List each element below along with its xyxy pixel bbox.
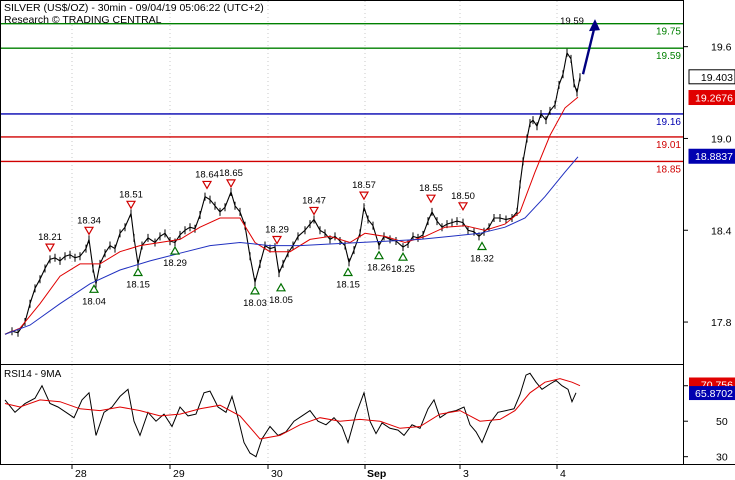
- resistance-marker-label: 18.57: [352, 180, 376, 191]
- support-marker-label: 18.04: [82, 296, 106, 307]
- price-panel-frame: [0, 0, 684, 365]
- rsi-y-tick-label: 30: [716, 452, 728, 464]
- rsi-axis-tag-rsi: 65.8702: [695, 388, 733, 400]
- level-label-19.01: 19.01: [656, 140, 681, 151]
- level-label-19.16: 19.16: [656, 117, 681, 128]
- x-tick-label: 4: [560, 468, 566, 480]
- level-label-19.59: 19.59: [656, 51, 681, 62]
- x-tick-label: Sep: [367, 468, 386, 480]
- rsi-title: RSI14 - 9MA: [4, 369, 62, 380]
- resistance-marker-label: 18.51: [119, 189, 143, 200]
- resistance-marker-label: 18.47: [302, 195, 326, 206]
- support-marker-label: 18.15: [126, 280, 150, 291]
- resistance-marker-label: 18.34: [77, 215, 101, 226]
- rsi-y-tick-label: 50: [716, 416, 728, 428]
- y-tick-label: 19.6: [711, 42, 732, 54]
- y-tick-label: 18.4: [711, 225, 732, 237]
- resistance-marker-label: 18.64: [195, 169, 219, 180]
- support-marker-label: 18.25: [391, 264, 415, 275]
- resistance-marker-label: 18.29: [265, 224, 289, 235]
- x-tick-label: 30: [271, 468, 283, 480]
- resistance-marker-label: 18.50: [451, 191, 475, 202]
- resistance-marker-label: 18.21: [38, 232, 62, 243]
- y-tick-label: 19.0: [711, 133, 732, 145]
- y-tick-label: 17.8: [711, 317, 732, 329]
- chart-title: SILVER (US$/OZ) - 30min - 09/04/19 05:06…: [4, 2, 264, 14]
- support-marker-label: 18.05: [269, 295, 293, 306]
- time-axis: 28 29 30 Sep 3 4: [71, 464, 566, 480]
- level-label-19.75: 19.75: [656, 27, 681, 38]
- price-chart: 19.75 19.59 19.16 19.01 18.85 19.59 18.21 18.…: [0, 0, 735, 480]
- high-label: 19.59: [560, 16, 584, 27]
- support-marker-label: 18.32: [470, 253, 494, 264]
- support-marker-label: 18.26: [367, 263, 391, 274]
- axis-tag-price: 19.403: [701, 72, 733, 84]
- level-label-18.85: 18.85: [656, 164, 681, 175]
- x-tick-label: 28: [75, 468, 87, 480]
- axis-tag-ma_fast: 19.2676: [695, 93, 733, 105]
- support-marker-label: 18.29: [163, 258, 187, 269]
- chart-source: Research © TRADING CENTRAL: [4, 14, 162, 26]
- price-axis: 19.6 19.0 18.4 17.8 19.403 19.2676 18.8837: [683, 42, 735, 329]
- axis-tag-ma_slow: 18.8837: [695, 151, 733, 163]
- resistance-marker-label: 18.65: [219, 168, 243, 179]
- x-tick-label: 3: [463, 468, 469, 480]
- x-tick-label: 29: [173, 468, 185, 480]
- support-marker-label: 18.03: [243, 298, 267, 309]
- support-marker-label: 18.15: [336, 280, 360, 291]
- resistance-marker-label: 18.55: [419, 183, 443, 194]
